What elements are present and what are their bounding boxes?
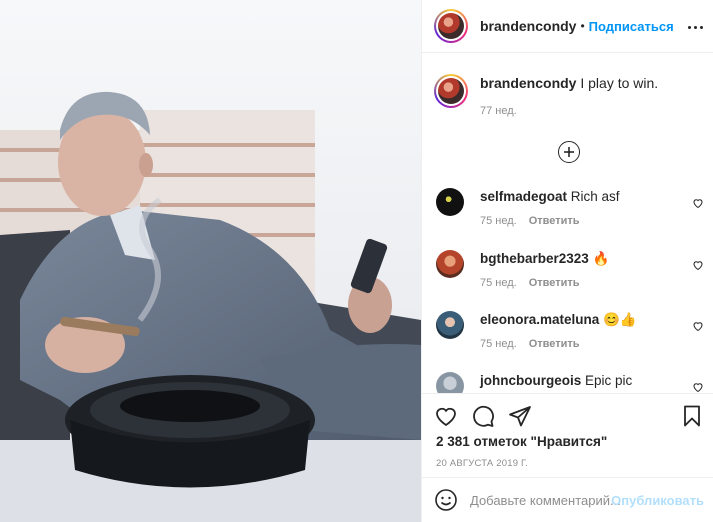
- reply-button[interactable]: Ответить: [529, 338, 580, 350]
- comment-item: johncbourgeois Epic pic: [436, 372, 704, 393]
- add-comment-bar: Добавьте комментарий... Опубликовать: [422, 477, 713, 522]
- post-date[interactable]: 20 АВГУСТА 2019 Г.: [436, 458, 528, 469]
- comment-avatar[interactable]: [436, 250, 464, 278]
- publish-button[interactable]: Опубликовать: [611, 493, 704, 508]
- caption-username[interactable]: brandencondy: [480, 75, 576, 91]
- comment-icon[interactable]: [471, 404, 495, 428]
- caption-avatar[interactable]: [434, 74, 468, 108]
- post-header: brandencondy • Подписаться: [422, 0, 713, 53]
- comment-text: Rich asf: [570, 189, 620, 204]
- author-avatar[interactable]: [434, 9, 468, 43]
- comments-list[interactable]: brandencondy I play to win. 77 нед. self: [422, 54, 713, 393]
- separator-dot: •: [580, 19, 585, 33]
- post-actions: 2 381 отметок "Нравится" 20 АВГУСТА 2019…: [422, 393, 713, 477]
- smiley-icon[interactable]: [434, 488, 458, 512]
- comment-username[interactable]: bgthebarber2323: [480, 251, 589, 266]
- load-more-comments-button[interactable]: [558, 141, 580, 163]
- comment-time[interactable]: 75 нед.: [480, 215, 517, 227]
- heart-icon[interactable]: [692, 381, 704, 393]
- more-options-icon[interactable]: [686, 18, 704, 36]
- likes-count[interactable]: 2 381 отметок "Нравится": [436, 434, 607, 449]
- comment-time[interactable]: 75 нед.: [480, 338, 517, 350]
- comment-username[interactable]: johncbourgeois: [480, 373, 581, 388]
- comment-time[interactable]: 75 нед.: [480, 277, 517, 289]
- heart-icon[interactable]: [692, 320, 704, 332]
- post-caption: brandencondy I play to win. 77 нед.: [434, 74, 658, 120]
- comment-item: bgthebarber2323 🔥 75 нед. Ответить: [436, 250, 704, 289]
- caption-time[interactable]: 77 нед.: [480, 102, 658, 120]
- comment-username[interactable]: eleonora.mateluna: [480, 312, 599, 327]
- follow-button[interactable]: Подписаться: [589, 19, 674, 34]
- comment-avatar[interactable]: [436, 311, 464, 339]
- comment-username[interactable]: selfmadegoat: [480, 189, 567, 204]
- comment-avatar[interactable]: [436, 372, 464, 393]
- comment-text: 😊👍: [603, 312, 637, 327]
- caption-text: I play to win.: [580, 75, 659, 91]
- heart-icon[interactable]: [692, 197, 704, 209]
- comment-text: 🔥: [592, 251, 610, 266]
- reply-button[interactable]: Ответить: [529, 215, 580, 227]
- heart-icon[interactable]: [692, 259, 704, 271]
- paper-plane-icon[interactable]: [508, 404, 532, 428]
- post-photo[interactable]: [0, 0, 421, 522]
- post-dialog: brandencondy • Подписаться brandencondy …: [0, 0, 713, 522]
- comment-text: Epic pic: [585, 373, 633, 388]
- comment-item: eleonora.mateluna 😊👍 75 нед. Ответить: [436, 311, 704, 350]
- heart-icon[interactable]: [434, 404, 458, 428]
- plus-circle-icon: [564, 147, 574, 157]
- bookmark-icon[interactable]: [680, 404, 704, 428]
- reply-button[interactable]: Ответить: [529, 277, 580, 289]
- post-sidebar: brandencondy • Подписаться brandencondy …: [421, 0, 713, 522]
- author-username[interactable]: brandencondy: [480, 18, 576, 34]
- comment-avatar[interactable]: [436, 188, 464, 216]
- comment-item: selfmadegoat Rich asf 75 нед. Ответить: [436, 188, 704, 227]
